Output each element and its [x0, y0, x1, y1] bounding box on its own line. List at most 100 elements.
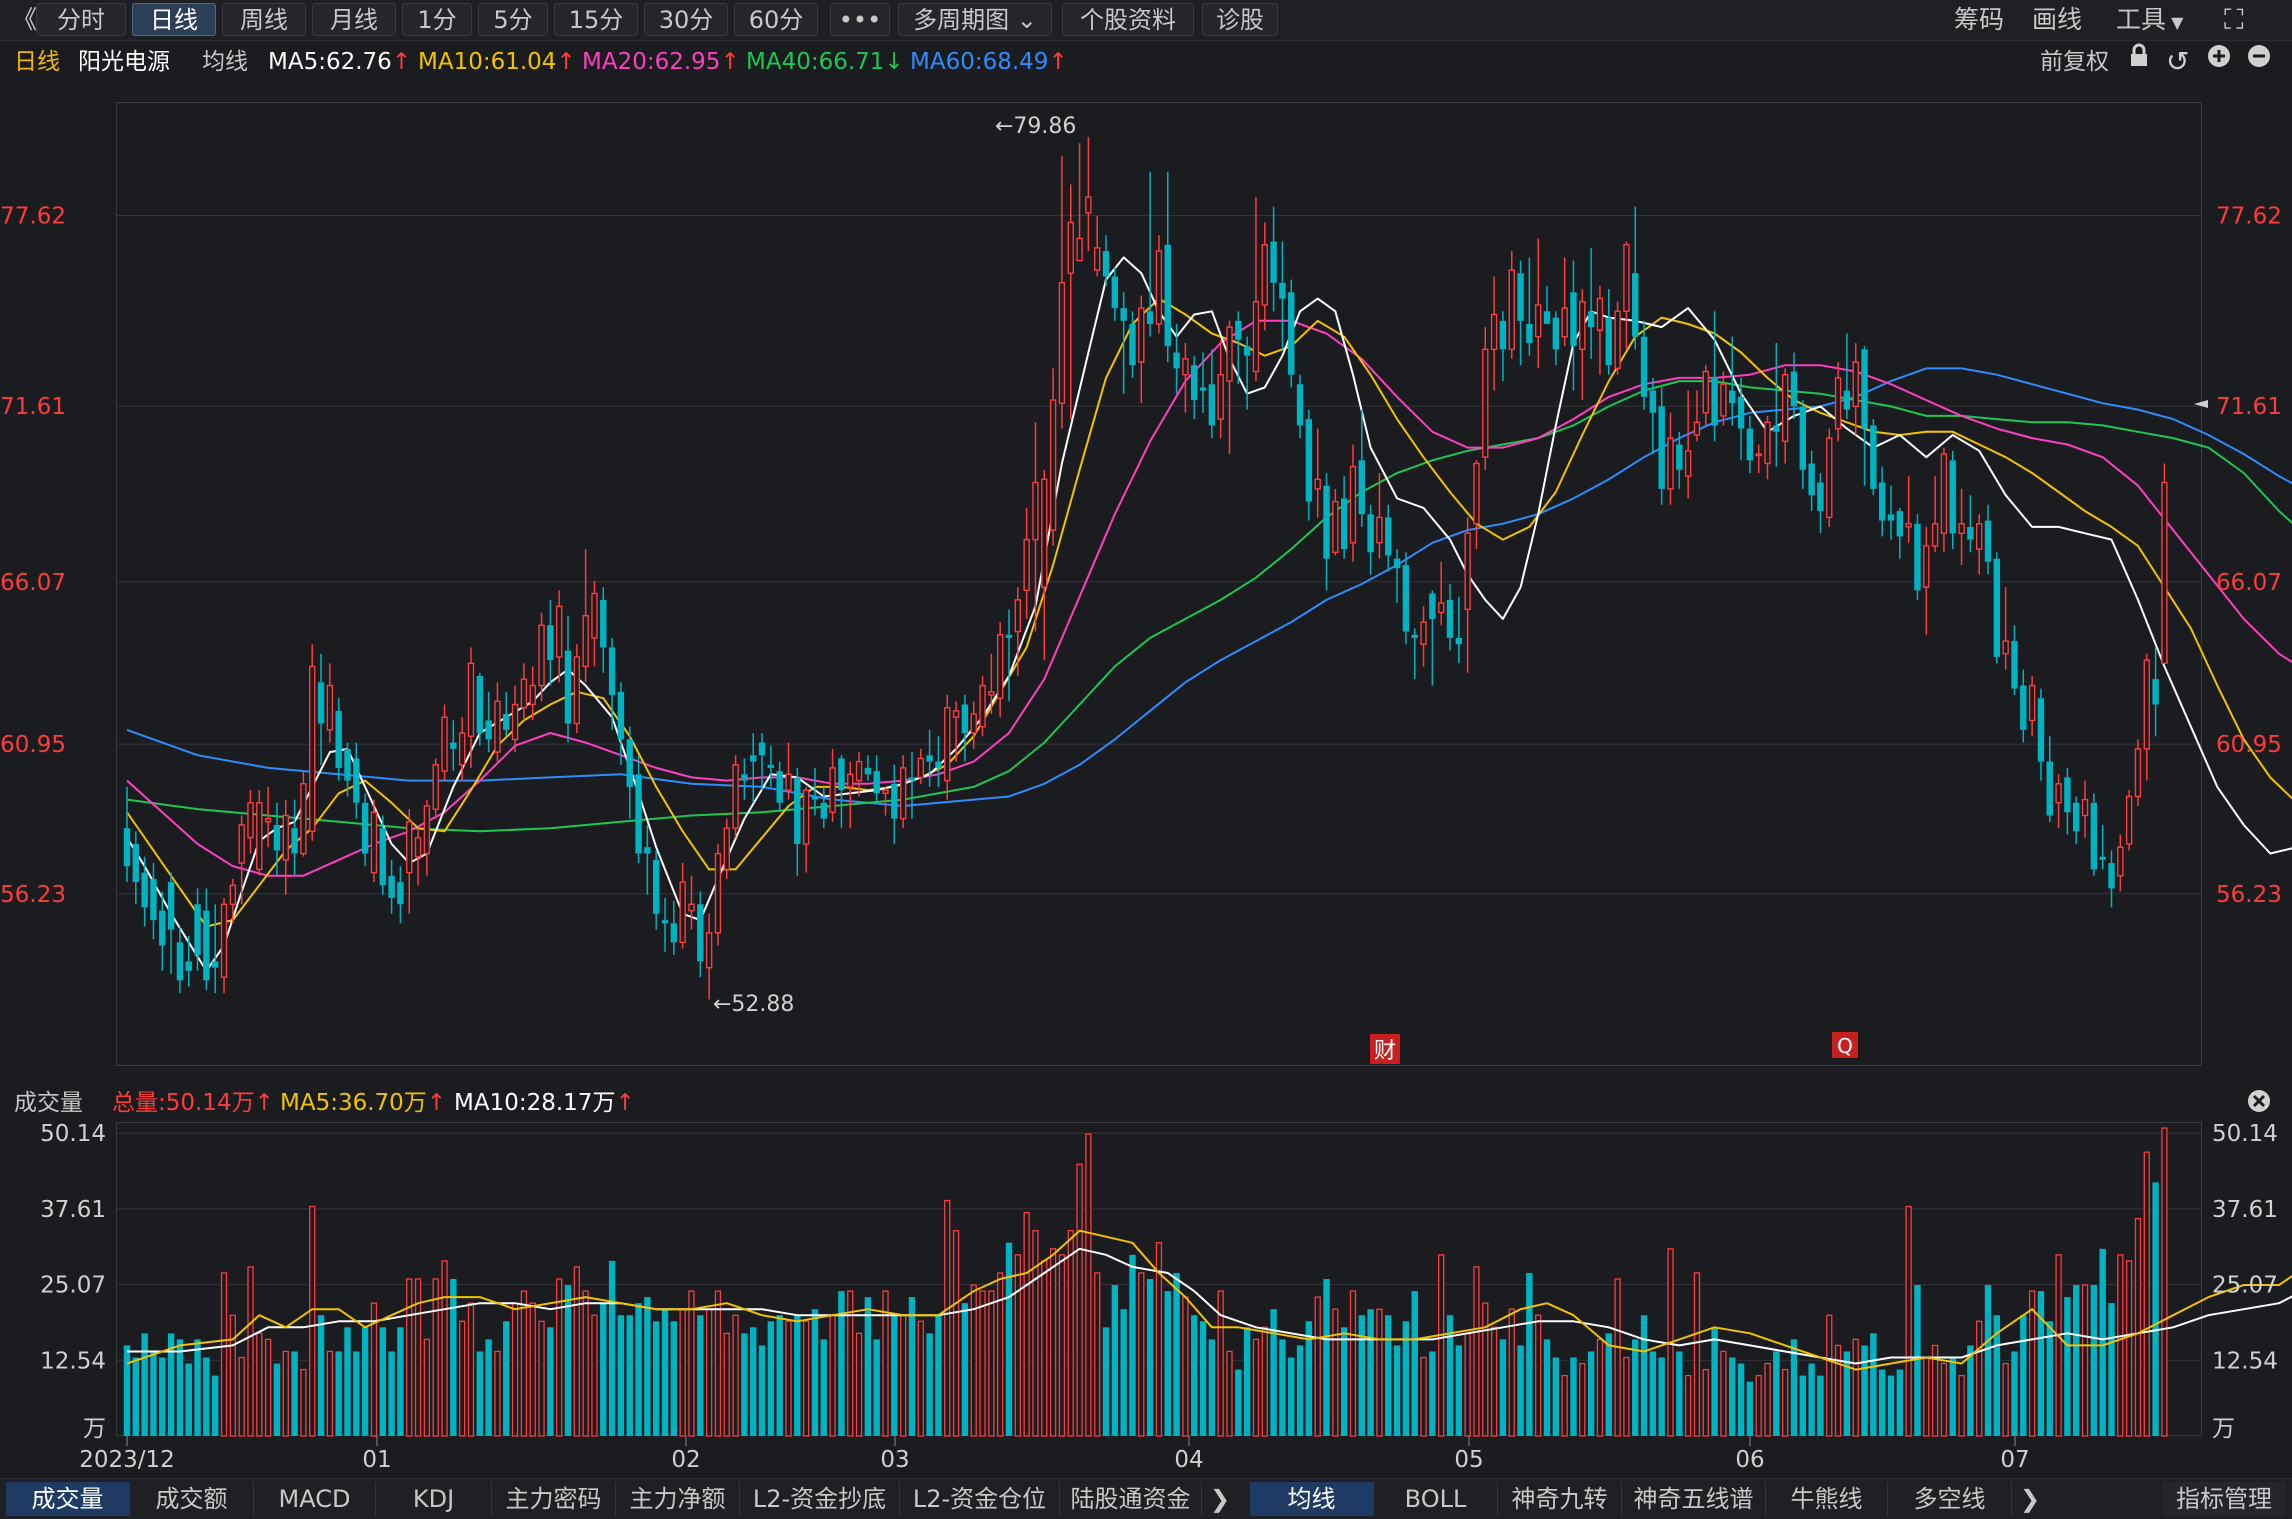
- volume-bar[interactable]: [547, 1327, 554, 1436]
- volume-bar[interactable]: [1358, 1315, 1365, 1436]
- volume-bar[interactable]: [1191, 1315, 1198, 1436]
- volume-bar[interactable]: [1385, 1315, 1392, 1436]
- volume-bar[interactable]: [2037, 1291, 2045, 1436]
- volume-bar[interactable]: [1711, 1327, 1718, 1436]
- volume-bar[interactable]: [732, 1314, 739, 1437]
- volume-bar[interactable]: [1764, 1362, 1771, 1437]
- volume-bar[interactable]: [503, 1321, 510, 1436]
- volume-bar[interactable]: [1499, 1339, 1507, 1436]
- volume-bar[interactable]: [2099, 1248, 2106, 1436]
- volume-bar[interactable]: [2090, 1285, 2098, 1436]
- volume-bar[interactable]: [361, 1327, 369, 1436]
- volume-bar[interactable]: [1676, 1351, 1683, 1436]
- volume-bar[interactable]: [820, 1339, 827, 1436]
- volume-bar[interactable]: [1455, 1345, 1463, 1436]
- volume-bar[interactable]: [2020, 1315, 2027, 1436]
- volume-bar[interactable]: [1949, 1357, 1956, 1437]
- volume-bar[interactable]: [1164, 1291, 1171, 1436]
- volume-bar[interactable]: [1032, 1230, 1039, 1437]
- volume-bar[interactable]: [1429, 1351, 1436, 1436]
- volume-bar[interactable]: [1420, 1356, 1427, 1437]
- volume-bar[interactable]: [794, 1315, 801, 1436]
- volume-bar[interactable]: [705, 1308, 713, 1437]
- volume-bar[interactable]: [926, 1333, 933, 1436]
- volume-bar[interactable]: [1614, 1278, 1621, 1437]
- volume-bar[interactable]: [1102, 1327, 1110, 1436]
- volume-bar[interactable]: [1729, 1357, 1736, 1437]
- volume-bar[interactable]: [688, 1290, 695, 1437]
- volume-bar[interactable]: [988, 1290, 995, 1437]
- volume-bar[interactable]: [1235, 1369, 1242, 1436]
- volume-bar[interactable]: [212, 1375, 219, 1436]
- volume-bar[interactable]: [1984, 1285, 1992, 1436]
- volume-bar[interactable]: [1834, 1344, 1842, 1437]
- volume-bar[interactable]: [802, 1320, 810, 1437]
- volume-bar[interactable]: [1808, 1363, 1815, 1436]
- volume-bar[interactable]: [617, 1315, 625, 1436]
- volume-bar[interactable]: [1279, 1339, 1286, 1436]
- volume-bar[interactable]: [626, 1315, 633, 1436]
- volume-bar[interactable]: [1129, 1254, 1136, 1436]
- volume-bar[interactable]: [1755, 1374, 1762, 1437]
- volume-bar[interactable]: [485, 1339, 492, 1436]
- volume-bar[interactable]: [811, 1309, 819, 1436]
- volume-bar[interactable]: [873, 1339, 880, 1436]
- volume-bar[interactable]: [679, 1308, 686, 1437]
- volume-bar[interactable]: [829, 1314, 836, 1437]
- volume-bar[interactable]: [1411, 1291, 1418, 1436]
- volume-bar[interactable]: [256, 1332, 263, 1437]
- volume-bar[interactable]: [1693, 1272, 1701, 1437]
- volume-bar[interactable]: [644, 1297, 651, 1436]
- volume-bar[interactable]: [997, 1272, 1004, 1437]
- volume-bar[interactable]: [1623, 1356, 1630, 1437]
- volume-bar[interactable]: [917, 1320, 924, 1437]
- volume-bar[interactable]: [1296, 1345, 1304, 1436]
- tab-l2-position[interactable]: L2-资金仓位: [900, 1482, 1060, 1516]
- volume-bar[interactable]: [1940, 1362, 1948, 1437]
- tab-main-code[interactable]: 主力密码: [492, 1482, 616, 1516]
- volume-bar[interactable]: [476, 1351, 483, 1436]
- volume-bar[interactable]: [891, 1315, 898, 1436]
- volume-bar[interactable]: [379, 1327, 386, 1436]
- volume-bar[interactable]: [1684, 1374, 1692, 1437]
- volume-bar[interactable]: [1252, 1338, 1260, 1437]
- volume-bar[interactable]: [1843, 1351, 1851, 1436]
- volume-bar[interactable]: [600, 1303, 607, 1436]
- volume-bar[interactable]: [291, 1351, 298, 1436]
- tab-macd[interactable]: MACD: [254, 1482, 376, 1516]
- volume-bar[interactable]: [406, 1278, 413, 1437]
- volume-bar[interactable]: [2073, 1285, 2080, 1436]
- volume-bar[interactable]: [1737, 1363, 1745, 1436]
- volume-bar[interactable]: [2011, 1351, 2018, 1436]
- tab-l2-bottom[interactable]: L2-资金抄底: [740, 1482, 900, 1516]
- volume-bar[interactable]: [1861, 1345, 1868, 1436]
- volume-bar[interactable]: [1058, 1254, 1066, 1437]
- volume-bar[interactable]: [1340, 1327, 1348, 1436]
- volume-bar[interactable]: [1896, 1369, 1904, 1436]
- volume-bar[interactable]: [300, 1368, 307, 1437]
- volume-bar[interactable]: [459, 1320, 466, 1437]
- volume-bar[interactable]: [591, 1314, 598, 1437]
- tab-volume[interactable]: 成交量: [6, 1482, 130, 1516]
- volume-bar[interactable]: [741, 1333, 748, 1436]
- volume-bar[interactable]: [123, 1345, 131, 1436]
- volume-bar[interactable]: [723, 1332, 730, 1437]
- volume-bar[interactable]: [1543, 1339, 1551, 1436]
- volume-bar[interactable]: [353, 1351, 360, 1436]
- volume-bar[interactable]: [388, 1351, 395, 1436]
- volume-bar[interactable]: [432, 1278, 439, 1437]
- volume-bar[interactable]: [1746, 1381, 1754, 1436]
- tab-turnover[interactable]: 成交额: [130, 1482, 254, 1516]
- volume-bar[interactable]: [961, 1303, 969, 1436]
- volume-bar[interactable]: [1887, 1375, 1895, 1436]
- volume-bar[interactable]: [573, 1266, 580, 1437]
- volume-bar[interactable]: [1914, 1285, 1921, 1436]
- volume-bar[interactable]: [979, 1290, 986, 1437]
- volume-bar[interactable]: [2108, 1303, 2115, 1436]
- volume-bar[interactable]: [935, 1315, 942, 1436]
- volume-bar[interactable]: [1658, 1357, 1665, 1437]
- volume-bar[interactable]: [564, 1285, 572, 1436]
- volume-bar[interactable]: [653, 1321, 660, 1436]
- volume-bar[interactable]: [326, 1350, 334, 1437]
- volume-bar[interactable]: [1958, 1374, 1965, 1437]
